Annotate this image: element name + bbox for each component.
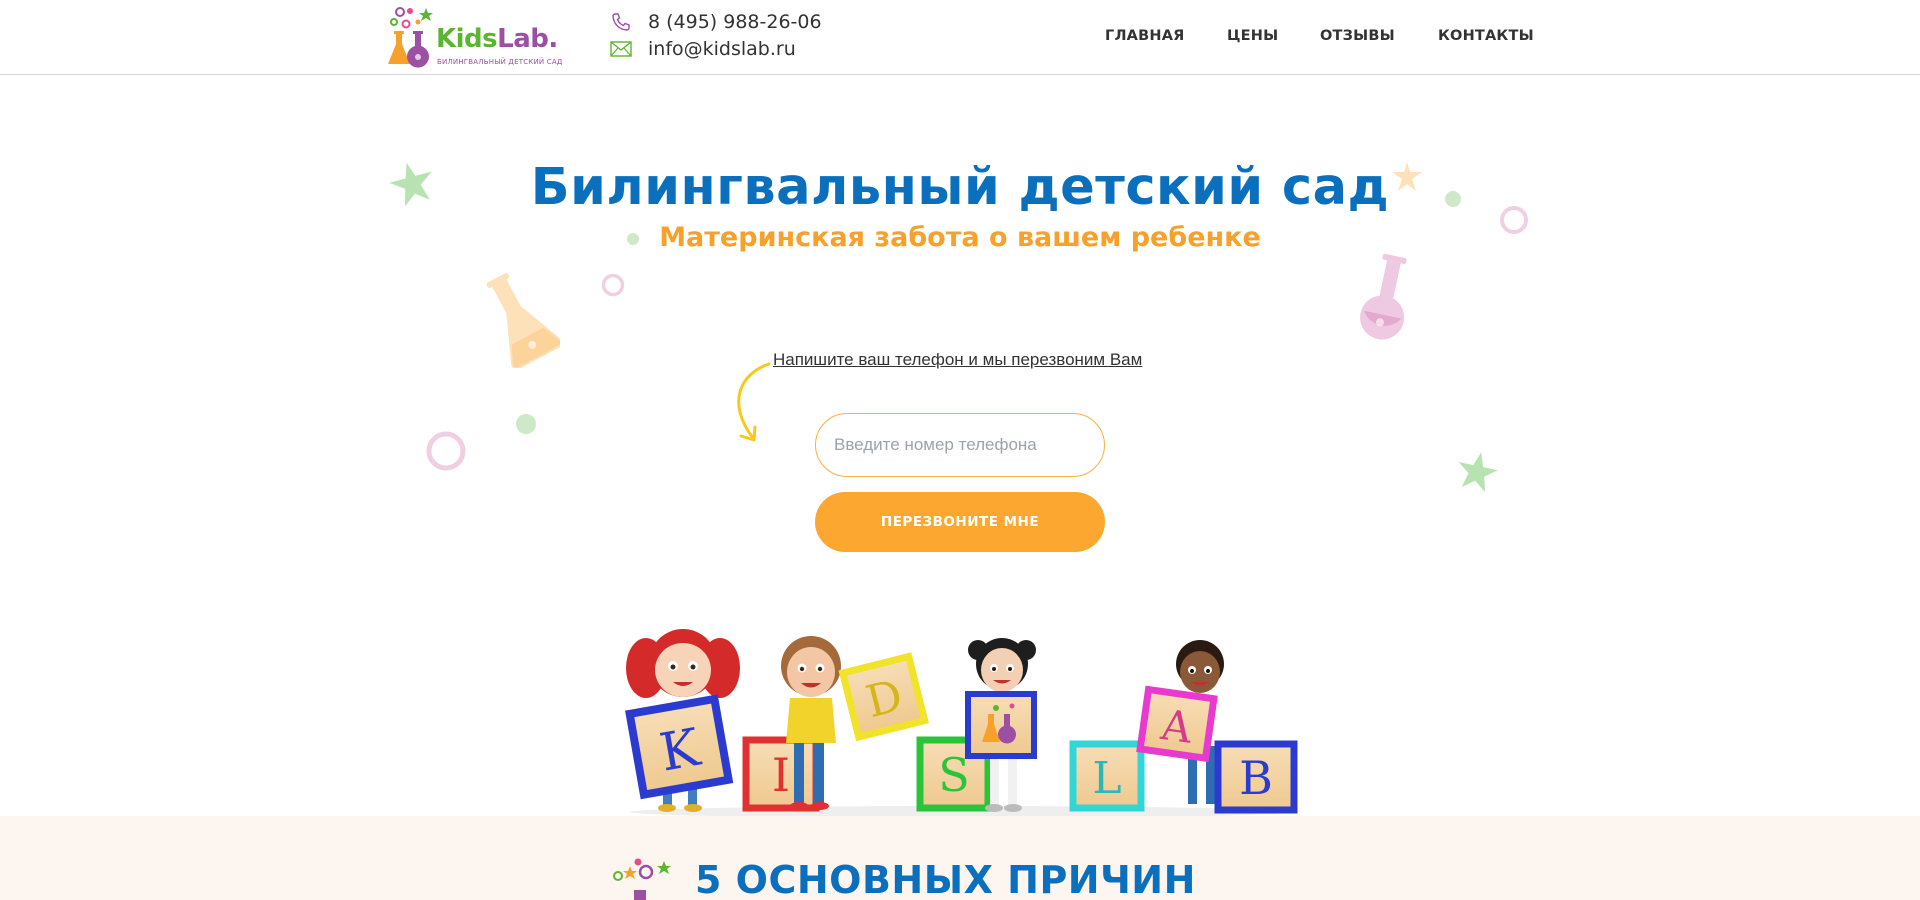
hero-subtitle: Материнская забота о вашем ребенке (659, 222, 1261, 253)
flask-decoration-icon (486, 272, 560, 368)
flask-logo-icon (388, 7, 433, 68)
star-decoration (1458, 452, 1498, 493)
logo-tagline: БИЛИНГВАЛЬНЫЙ ДЕТСКИЙ САД (437, 58, 563, 66)
callback-hint-link[interactable]: Напишите ваш телефон и мы перезвоним Вам (773, 350, 1142, 370)
phone-number: 8 (495) 988-26-06 (648, 11, 822, 33)
nav-contacts[interactable]: КОНТАКТЫ (1438, 28, 1534, 48)
logo-wordmark: KidsLab. (436, 24, 558, 54)
curved-arrow-icon (737, 362, 771, 442)
letter-block-k: K (625, 694, 734, 800)
header-email[interactable]: info@kidslab.ru (610, 38, 796, 60)
nav-home[interactable]: ГЛАВНАЯ (1105, 28, 1184, 48)
logo-block (965, 691, 1037, 759)
letter-block-d: D (838, 652, 929, 742)
site-header: KidsLab. БИЛИНГВАЛЬНЫЙ ДЕТСКИЙ САД 8 (49… (0, 0, 1920, 75)
svg-text:I: I (772, 748, 790, 802)
letter-block-l: L (1069, 740, 1145, 812)
flask-logo-icon (613, 858, 671, 900)
ring-decoration (426, 431, 466, 471)
kidslab-logo[interactable]: KidsLab. БИЛИНГВАЛЬНЫЙ ДЕТСКИЙ САД (388, 4, 562, 70)
nav-reviews[interactable]: ОТЗЫВЫ (1320, 28, 1395, 48)
envelope-icon (610, 38, 632, 60)
phone-icon (610, 11, 632, 33)
callback-button[interactable]: ПЕРЕЗВОНИТЕ МНЕ (815, 492, 1105, 552)
header-phone[interactable]: 8 (495) 988-26-06 (610, 11, 822, 33)
email-address: info@kidslab.ru (648, 38, 796, 60)
ring-decoration (601, 273, 625, 297)
svg-text:B: B (1239, 751, 1273, 805)
letter-block-b: B (1214, 740, 1298, 814)
nav-prices[interactable]: ЦЕНЫ (1227, 28, 1278, 48)
reasons-title: 5 ОСНОВНЫХ ПРИЧИН (695, 858, 1196, 900)
hero-title: Билингвальный детский сад (530, 158, 1390, 217)
letter-block-i: I (742, 736, 820, 812)
letter-block-a: A (1136, 685, 1218, 763)
dot-decoration (516, 414, 536, 434)
kids-with-letter-blocks-illustration: K I D S L A B (625, 629, 1298, 816)
phone-input[interactable] (815, 413, 1105, 477)
flask-decoration-icon (1360, 253, 1407, 340)
svg-text:L: L (1092, 753, 1121, 804)
